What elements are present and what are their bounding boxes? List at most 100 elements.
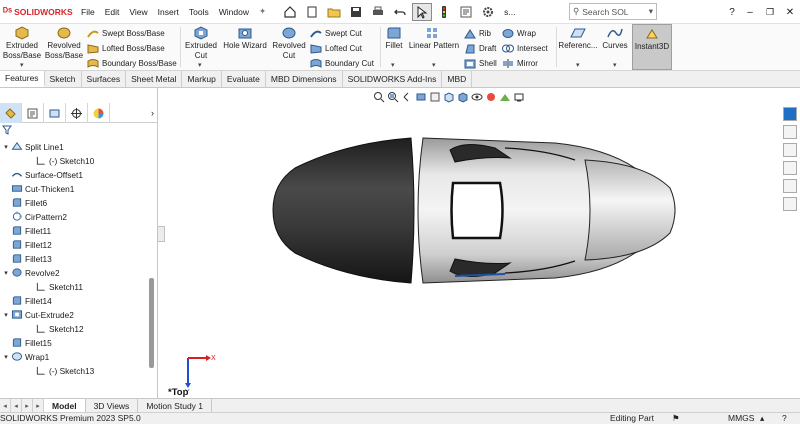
undo-icon[interactable]	[390, 3, 410, 21]
save-icon[interactable]	[346, 3, 366, 21]
menu-insert[interactable]: Insert	[153, 7, 184, 17]
cut-dropdown-icon[interactable]: ▾	[198, 61, 202, 69]
part-model[interactable]	[165, 88, 778, 398]
swept-boss-button[interactable]: Swept Boss/Base	[87, 26, 165, 40]
tree-scrollbar[interactable]	[149, 278, 154, 368]
tab-sketch[interactable]: Sketch	[45, 71, 82, 87]
section-view-icon[interactable]	[415, 91, 427, 103]
extruded-boss-button[interactable]: Extruded Boss/Base	[2, 26, 42, 61]
user-menu[interactable]: s...	[499, 7, 520, 17]
panel-expand-icon[interactable]: ›	[110, 103, 158, 123]
instant3d-button[interactable]: Instant3D	[632, 24, 672, 70]
linear-pattern-button[interactable]: Linear Pattern	[406, 26, 462, 51]
first-tab-icon[interactable]: ◂	[0, 399, 11, 412]
extruded-cut-button[interactable]: Extruded Cut	[182, 26, 220, 61]
graphics-area[interactable]	[165, 88, 778, 398]
search-dropdown-icon[interactable]: ▾	[649, 6, 653, 17]
reference-geometry-button[interactable]: Referenc...	[558, 26, 598, 51]
pattern-dropdown-icon[interactable]: ▾	[432, 61, 436, 69]
curves-dropdown-icon[interactable]: ▾	[613, 61, 617, 69]
menu-window[interactable]: Window	[214, 7, 254, 17]
hide-show-items-icon[interactable]	[471, 91, 483, 103]
fillet-dropdown-icon[interactable]: ▾	[391, 61, 395, 69]
panel-collapse-handle[interactable]	[157, 226, 165, 242]
view-palette-icon[interactable]	[783, 161, 797, 175]
close-icon[interactable]: ✕	[780, 7, 800, 18]
reference-dropdown-icon[interactable]: ▾	[576, 61, 580, 69]
zoom-to-area-icon[interactable]	[387, 91, 399, 103]
expand-arrow-icon[interactable]: ▾	[2, 353, 10, 361]
view-orientation-icon[interactable]	[443, 91, 455, 103]
units-dropdown-icon[interactable]: ▴	[760, 413, 764, 424]
previous-tab-icon[interactable]: ◂	[11, 399, 22, 412]
minimize-icon[interactable]: –	[740, 7, 760, 18]
tab-evaluate[interactable]: Evaluate	[222, 71, 266, 87]
home-icon[interactable]	[280, 3, 300, 21]
rebuild-status-icon[interactable]: ⚑	[672, 413, 680, 424]
shell-button[interactable]: Shell	[464, 56, 497, 70]
select-arrow-icon[interactable]	[412, 2, 433, 21]
units-text[interactable]: MMGS	[728, 413, 754, 423]
tree-item[interactable]: (-) Sketch13	[26, 364, 94, 377]
tree-item[interactable]: ▾ Wrap1	[2, 350, 49, 363]
tab-markup[interactable]: Markup	[182, 71, 222, 87]
configuration-manager-tab-icon[interactable]	[44, 103, 66, 123]
pin-icon[interactable]: ✦	[254, 6, 271, 17]
tab-3d-views[interactable]: 3D Views	[86, 399, 139, 412]
tree-item[interactable]: ▾ Cut-Extrude2	[2, 308, 74, 321]
open-folder-icon[interactable]	[324, 3, 344, 21]
file-explorer-icon[interactable]	[783, 143, 797, 157]
tree-filter[interactable]	[2, 125, 152, 137]
tree-item[interactable]: Fillet14	[2, 294, 52, 307]
options-gear-icon[interactable]	[478, 3, 498, 21]
tree-item[interactable]: Fillet6	[2, 196, 47, 209]
lofted-cut-button[interactable]: Lofted Cut	[310, 41, 362, 55]
menu-view[interactable]: View	[124, 7, 152, 17]
tree-item[interactable]: Fillet12	[2, 238, 52, 251]
tab-solidworks-addins[interactable]: SOLIDWORKS Add-Ins	[343, 71, 443, 87]
appearances-icon[interactable]	[783, 179, 797, 193]
tree-item[interactable]: (-) Sketch10	[26, 154, 94, 167]
zoom-to-fit-icon[interactable]	[373, 91, 385, 103]
hole-wizard-button[interactable]: Hole Wizard	[222, 26, 268, 51]
tree-item[interactable]: Cut-Thicken1	[2, 182, 74, 195]
revolved-boss-button[interactable]: Revolved Boss/Base	[44, 26, 84, 61]
edit-appearance-icon[interactable]	[485, 91, 497, 103]
expand-arrow-icon[interactable]: ▾	[2, 269, 10, 277]
tab-model[interactable]: Model	[44, 399, 86, 412]
tab-features[interactable]: Features	[0, 71, 45, 87]
feature-manager-tab-icon[interactable]	[0, 103, 22, 123]
design-library-icon[interactable]	[783, 125, 797, 139]
boundary-cut-button[interactable]: Boundary Cut	[310, 56, 374, 70]
tab-surfaces[interactable]: Surfaces	[82, 71, 127, 87]
traffic-light-icon[interactable]	[434, 3, 454, 21]
file-properties-icon[interactable]	[456, 3, 476, 21]
property-manager-tab-icon[interactable]	[22, 103, 44, 123]
apply-scene-icon[interactable]	[499, 91, 511, 103]
boundary-boss-button[interactable]: Boundary Boss/Base	[87, 56, 177, 70]
menu-edit[interactable]: Edit	[100, 7, 125, 17]
intersect-button[interactable]: Intersect	[502, 41, 548, 55]
solidworks-resources-icon[interactable]	[783, 107, 797, 121]
tab-motion-study-1[interactable]: Motion Study 1	[138, 399, 213, 412]
rib-button[interactable]: Rib	[464, 26, 491, 40]
view-settings-icon[interactable]	[513, 91, 525, 103]
swept-cut-button[interactable]: Swept Cut	[310, 26, 362, 40]
tab-mbd[interactable]: MBD	[442, 71, 473, 87]
filter-icon[interactable]	[2, 125, 12, 135]
mirror-button[interactable]: Mirror	[502, 56, 538, 70]
restore-icon[interactable]: ❐	[760, 7, 780, 18]
tree-item[interactable]: Fillet13	[2, 252, 52, 265]
dynamic-annotation-icon[interactable]	[429, 91, 441, 103]
last-tab-icon[interactable]: ▸	[33, 399, 44, 412]
revolved-cut-button[interactable]: Revolved Cut	[270, 26, 308, 61]
wrap-button[interactable]: Wrap	[502, 26, 536, 40]
solidworks-logo[interactable]: ᴰˢ SOLIDWORKS	[0, 0, 76, 24]
previous-view-icon[interactable]	[401, 91, 413, 103]
tree-item[interactable]: ▾ Revolve2	[2, 266, 59, 279]
tab-sheet-metal[interactable]: Sheet Metal	[126, 71, 183, 87]
lofted-boss-button[interactable]: Lofted Boss/Base	[87, 41, 165, 55]
tree-item[interactable]: Sketch11	[26, 280, 83, 293]
tree-item[interactable]: Fillet15	[2, 336, 52, 349]
display-style-icon[interactable]	[457, 91, 469, 103]
